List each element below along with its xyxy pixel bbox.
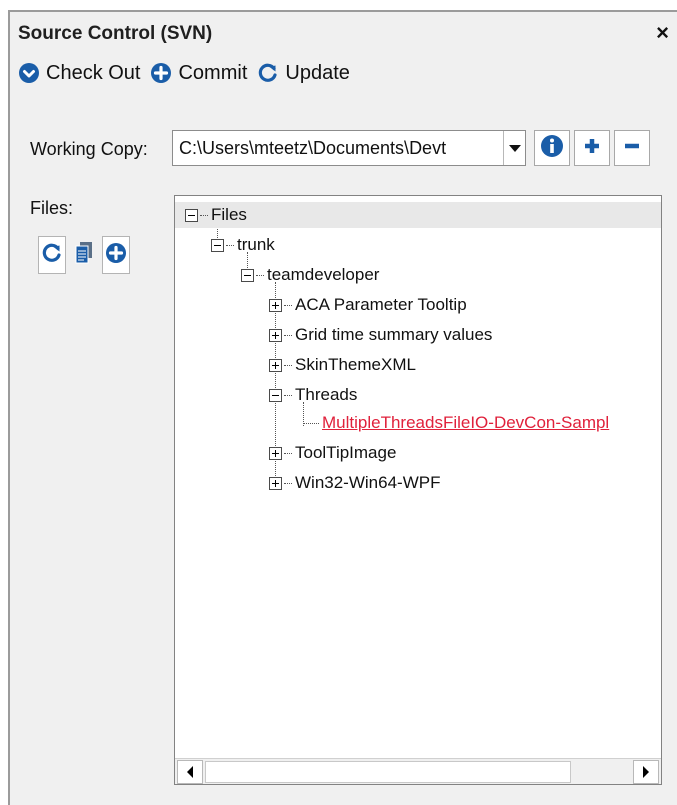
add-working-copy-button[interactable] — [574, 130, 610, 166]
tree-node-files[interactable]: Files — [175, 202, 661, 228]
update-button[interactable]: Update — [257, 62, 350, 85]
plus-circle-icon — [150, 62, 172, 84]
file-tools — [38, 236, 130, 274]
arrow-down-circle-icon — [18, 62, 40, 84]
update-label: Update — [285, 61, 350, 84]
tree-node-tooltipimage[interactable]: ToolTipImage — [269, 440, 396, 466]
toolbar: Check Out Commit Update — [18, 60, 360, 86]
commit-button[interactable]: Commit — [150, 62, 247, 85]
tree-node-teamdeveloper[interactable]: teamdeveloper — [241, 262, 379, 288]
tree-connector — [284, 364, 292, 366]
tree-node-label: Win32-Win64-WPF — [295, 473, 441, 492]
scrollbar-thumb[interactable] — [205, 760, 571, 783]
tree-node-aca-parameter-tooltip[interactable]: ACA Parameter Tooltip — [269, 292, 467, 318]
expand-icon[interactable] — [269, 476, 282, 490]
tree-node-win32-win64-wpf[interactable]: Win32-Win64-WPF — [269, 470, 440, 496]
tree-node-label[interactable]: MultipleThreadsFileIO-DevCon-Sampl — [322, 413, 609, 433]
expand-icon[interactable] — [269, 328, 282, 342]
add-files-button[interactable] — [102, 236, 130, 274]
tree-node-label: teamdeveloper — [267, 265, 380, 284]
tree-connector — [284, 334, 292, 336]
tree-node-label: ACA Parameter Tooltip — [295, 295, 467, 314]
remove-working-copy-button[interactable] — [614, 130, 650, 166]
files-label: Files: — [30, 198, 74, 218]
collapse-icon[interactable] — [269, 388, 282, 402]
expand-icon[interactable] — [269, 298, 282, 312]
scroll-right-icon[interactable] — [633, 759, 659, 784]
working-copy-select[interactable]: C:\Users\mteetz\Documents\Devt — [172, 130, 526, 166]
collapse-icon[interactable] — [185, 208, 198, 222]
info-button[interactable] — [534, 130, 570, 166]
check-out-label: Check Out — [46, 61, 141, 84]
copy-files-button[interactable] — [70, 236, 98, 274]
tree-node-multiple-threads-file-io[interactable]: MultipleThreadsFileIO-DevCon-Sampl — [303, 410, 609, 436]
commit-label: Commit — [178, 61, 248, 84]
refresh-icon — [41, 242, 63, 269]
tree-node-label: Threads — [295, 385, 358, 404]
refresh-files-button[interactable] — [38, 236, 66, 274]
tree-node-label: Files — [211, 205, 247, 224]
documents-icon — [74, 241, 94, 270]
tree-node-grid-time-summary-values[interactable]: Grid time summary values — [269, 322, 492, 348]
plus-circle-icon — [105, 242, 127, 269]
tree-connector — [284, 482, 292, 484]
tree-connector — [200, 214, 208, 216]
source-control-panel: Source Control (SVN) × Check Out Commit — [8, 10, 677, 805]
tree-node-skinthemexml[interactable]: SkinThemeXML — [269, 352, 416, 378]
refresh-icon — [257, 62, 279, 84]
tree-node-label: SkinThemeXML — [295, 355, 416, 374]
panel-title: Source Control (SVN) — [18, 23, 213, 44]
working-copy-value: C:\Users\mteetz\Documents\Devt — [179, 137, 447, 158]
minus-icon — [622, 136, 642, 161]
tree-connector — [303, 422, 319, 424]
tree-node-label: ToolTipImage — [295, 443, 397, 462]
tree-node-label: trunk — [237, 235, 275, 254]
horizontal-scrollbar[interactable] — [175, 758, 661, 784]
info-icon — [540, 134, 564, 163]
tree-connector — [256, 274, 264, 276]
chevron-down-icon[interactable] — [503, 131, 525, 165]
tree-connector — [284, 304, 292, 306]
expand-icon[interactable] — [269, 358, 282, 372]
tree-node-label: Grid time summary values — [295, 325, 493, 344]
tree-node-threads[interactable]: Threads — [269, 382, 357, 408]
tree-connector — [284, 394, 292, 396]
working-copy-label: Working Copy: — [30, 139, 148, 159]
close-icon[interactable]: × — [656, 20, 669, 46]
collapse-icon[interactable] — [241, 268, 254, 282]
expand-icon[interactable] — [269, 446, 282, 460]
plus-icon — [582, 136, 602, 161]
tree-node-trunk[interactable]: trunk — [211, 232, 275, 258]
check-out-button[interactable]: Check Out — [18, 62, 140, 85]
tree-connector — [284, 452, 292, 454]
tree-connector — [226, 244, 234, 246]
files-tree[interactable]: Files trunk teamdeveloper ACA Parameter … — [174, 195, 662, 785]
collapse-icon[interactable] — [211, 238, 224, 252]
scroll-left-icon[interactable] — [177, 759, 203, 784]
scrollbar-track[interactable] — [205, 759, 631, 784]
